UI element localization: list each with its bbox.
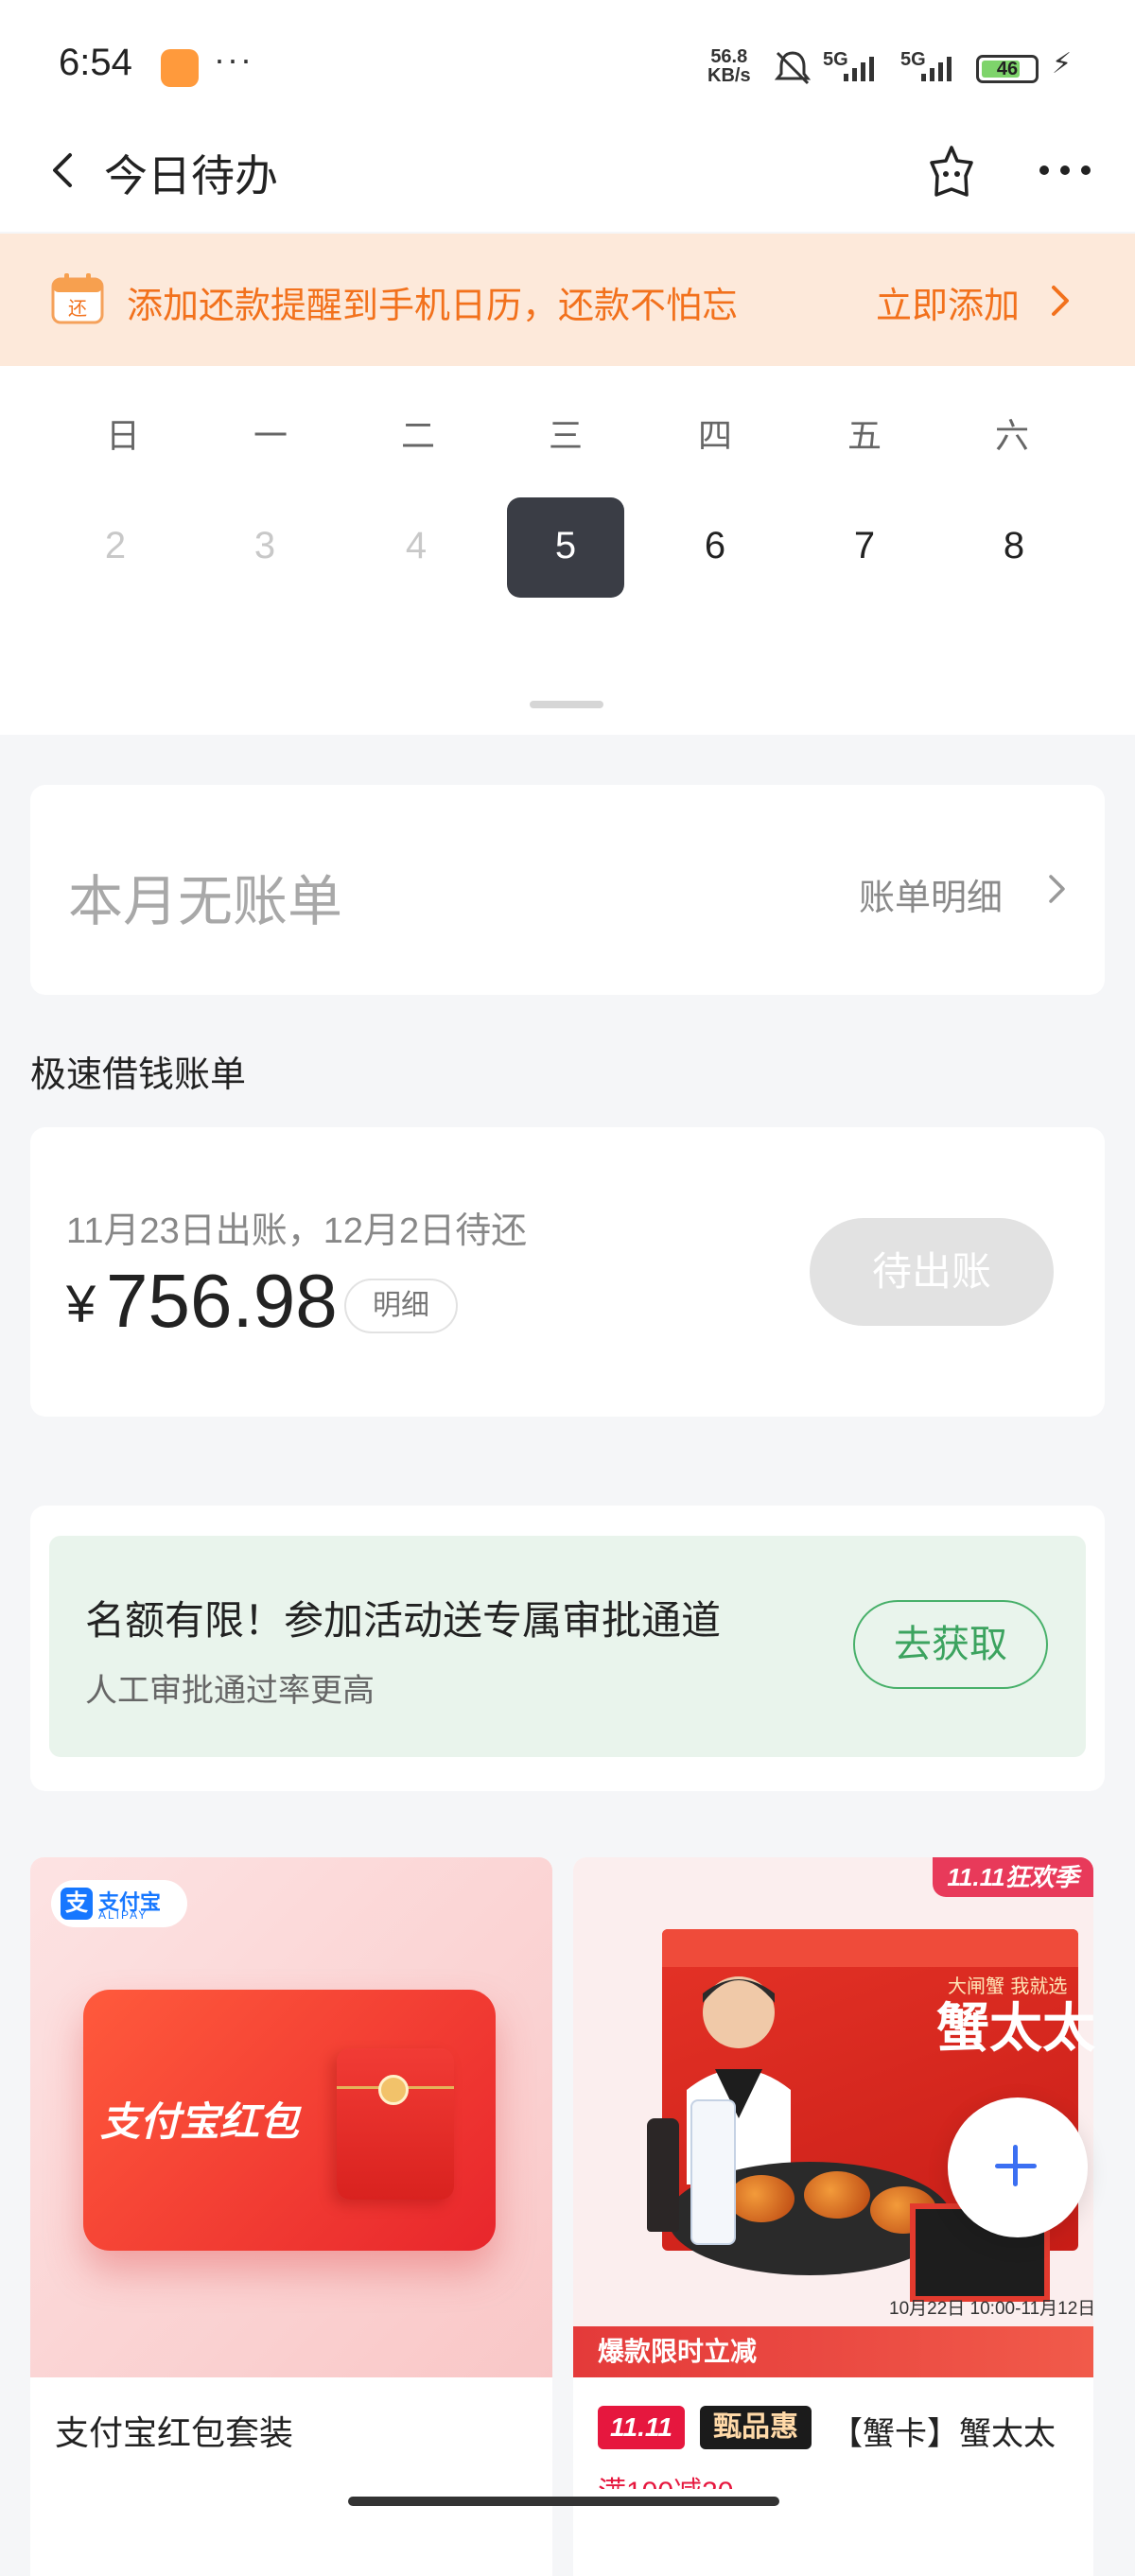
bill-detail-link[interactable]: 账单明细 — [859, 868, 1003, 920]
product-name[interactable]: 【蟹卡】蟹太太 — [830, 2408, 1067, 2454]
product-brand-text: 蟹太太 — [936, 1997, 1095, 2060]
chevron-right-icon[interactable] — [1048, 282, 1074, 320]
sale-corner-badge: 11.11狂欢季 — [933, 1857, 1093, 1897]
currency-symbol: ¥ — [66, 1274, 96, 1333]
app-notification-icon — [161, 49, 199, 87]
back-arrow-icon[interactable] — [45, 151, 83, 189]
banner-text: 添加还款提醒到手机日历，还款不怕忘 — [127, 287, 739, 326]
alipay-brand-en: ALIPAY — [98, 1908, 148, 1922]
promo-title: 名额有限！参加活动送专属审批通道 — [85, 1598, 722, 1643]
star-badge-icon[interactable] — [927, 144, 976, 200]
product-price-line: 满100减20 — [598, 2468, 733, 2489]
calendar-day[interactable]: 3 — [206, 525, 323, 567]
red-envelope-icon — [337, 2048, 454, 2200]
calendar-day[interactable]: 6 — [656, 525, 774, 567]
hot-sale-bar: 爆款限时立减 — [573, 2326, 1093, 2377]
net-speed-unit: KB/s — [707, 65, 751, 86]
tag-1111-badge: 11.11 — [598, 2406, 685, 2449]
weekday-mon: 一 — [253, 416, 288, 455]
net-speed-value: 56.8 — [710, 46, 748, 67]
page-title: 今日待办 — [104, 151, 278, 200]
crab-graphic — [804, 2171, 870, 2219]
mute-bell-icon — [774, 51, 812, 85]
add-reminder-link[interactable]: 立即添加 — [876, 276, 1020, 328]
plus-icon[interactable] — [1013, 2145, 1018, 2186]
loan-dates: 11月23日出账，12月2日待还 — [66, 1211, 528, 1251]
promo-subtitle: 人工审批通过率更高 — [85, 1673, 375, 1709]
calendar-day[interactable]: 2 — [57, 525, 174, 567]
detail-button[interactable]: 明细 — [344, 1279, 458, 1333]
signal-bars-icon — [844, 57, 874, 81]
calendar-drag-handle[interactable] — [530, 701, 603, 708]
promo-date-range: 10月22日 10:00-11月12日 — [889, 2299, 1096, 2319]
calendar-icon: 还 — [51, 273, 104, 324]
notification-more-icon: ··· — [214, 40, 253, 78]
calendar-day[interactable]: 4 — [358, 525, 475, 567]
bottle-graphic — [647, 2118, 679, 2232]
envelope-seal — [378, 2075, 409, 2105]
weekday-fri: 五 — [847, 416, 882, 455]
charging-icon: ⚡ — [1052, 48, 1073, 79]
weekday-sat: 六 — [994, 416, 1029, 455]
calendar-icon-label: 还 — [68, 297, 87, 320]
calendar-day[interactable]: 8 — [955, 525, 1073, 567]
net-speed: 56.8 KB/s — [707, 47, 751, 85]
calendar-day-selected[interactable]: 5 — [507, 525, 624, 567]
red-packet-card-text: 支付宝红包 — [100, 2099, 300, 2144]
weekday-wed: 三 — [548, 416, 583, 455]
status-time: 6:54 — [59, 42, 132, 83]
no-bill-text: 本月无账单 — [68, 871, 343, 932]
crab-graphic — [728, 2175, 794, 2222]
alipay-logo: 支 支付宝 ALIPAY — [51, 1880, 187, 1927]
product-name[interactable]: 支付宝红包套装 — [55, 2406, 293, 2455]
battery-level: 46 — [996, 59, 1019, 79]
more-dots-icon[interactable] — [1037, 151, 1093, 189]
weekday-tue: 二 — [400, 416, 435, 455]
calendar-day[interactable]: 7 — [806, 525, 923, 567]
battery-icon: 46 — [976, 55, 1039, 83]
home-indicator[interactable] — [348, 2497, 779, 2506]
loan-amount: 756.98 — [106, 1259, 338, 1343]
chevron-right-icon[interactable] — [1046, 872, 1069, 906]
weekday-sun: 日 — [105, 416, 140, 455]
bottle-graphic — [690, 2099, 736, 2245]
get-offer-button[interactable]: 去获取 — [853, 1600, 1048, 1689]
weekday-thu: 四 — [697, 416, 732, 455]
signal-bars-icon — [921, 57, 952, 81]
tag-zhenpinhui-badge: 甄品惠 — [700, 2406, 812, 2449]
section-title: 极速借钱账单 — [30, 1055, 247, 1095]
pending-status-button[interactable]: 待出账 — [810, 1218, 1054, 1326]
